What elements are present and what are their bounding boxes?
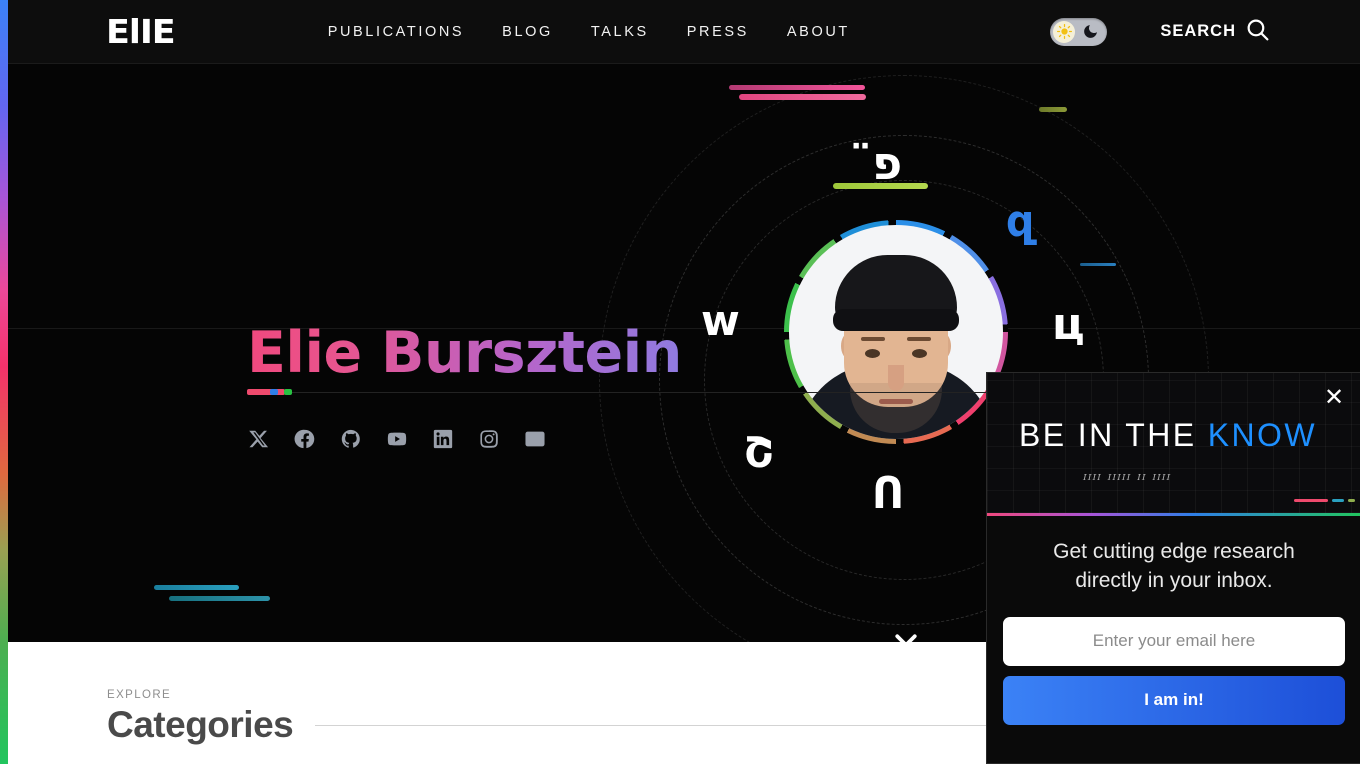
section-eyebrow: EXPLORE [107,689,172,701]
facebook-icon[interactable] [293,427,317,451]
newsletter-popup: ✕ BE IN THE KNOW ᴵᴵᴵᴵ ᴵᴵᴵᴵᴵ ᴵᴵ ᴵᴵᴵᴵ Get … [986,372,1360,764]
nav-item-press[interactable]: PRESS [687,24,749,40]
avatar-photo [789,225,1003,439]
chevron-down-icon[interactable] [890,624,922,642]
banner-title-highlight: KNOW [1207,417,1317,453]
nav-item-publications[interactable]: PUBLICATIONS [328,24,464,40]
search-button[interactable]: SEARCH [1160,17,1270,47]
nav-item-blog[interactable]: BLOG [502,24,553,40]
decorative-rune-glyph: զ [1006,196,1035,247]
email-icon[interactable] [523,427,547,451]
decorative-bar [1080,263,1116,266]
decorative-rune-glyph: ᴡ [701,296,740,345]
title-accent-blue [270,389,278,395]
main-navigation: PUBLICATIONS BLOG TALKS PRESS ABOUT [328,24,850,40]
subscribe-button[interactable]: I am in! [1003,675,1345,725]
categories-title: Categories [107,704,294,745]
decorative-bar [729,85,865,90]
youtube-icon[interactable] [385,427,409,451]
decorative-rune-glyph: ц [1052,299,1085,350]
left-gradient-rail [0,0,8,764]
decorative-bar [169,596,270,601]
header-actions: SEARCH [1050,17,1270,47]
banner-subtitle: ᴵᴵᴵᴵ ᴵᴵᴵᴵᴵ ᴵᴵ ᴵᴵᴵᴵ [1083,471,1172,489]
nav-item-talks[interactable]: TALKS [591,24,649,40]
avatar [784,220,1008,444]
newsletter-form: Get cutting edge research directly in yo… [987,516,1360,725]
banner-title: BE IN THE KNOW [1019,417,1317,454]
site-header: ElIE PUBLICATIONS BLOG TALKS PRESS ABOUT [8,0,1360,64]
github-icon[interactable] [339,427,363,451]
logo-text: ElIE [106,12,176,51]
social-links [247,427,547,451]
title-accent-green [284,389,292,395]
theme-toggle[interactable] [1050,17,1108,46]
decorative-rune-glyph: פ̈ [872,136,903,190]
decorative-bar [1039,107,1067,112]
newsletter-copy: Get cutting edge research directly in yo… [1053,540,1295,592]
decorative-bar [739,94,866,100]
page-root: ElIE PUBLICATIONS BLOG TALKS PRESS ABOUT [0,0,1360,764]
banner-accent-ticks [1294,499,1355,502]
decorative-rune-glyph: Շ [744,428,774,477]
search-label: SEARCH [1160,22,1236,40]
newsletter-banner: BE IN THE KNOW ᴵᴵᴵᴵ ᴵᴵᴵᴵᴵ ᴵᴵ ᴵᴵᴵᴵ [987,373,1360,513]
banner-title-main: BE IN THE [1019,417,1208,453]
search-icon [1245,17,1270,47]
moon-icon [1082,23,1100,41]
close-icon[interactable]: ✕ [1321,385,1347,411]
x-twitter-icon[interactable] [247,427,271,451]
site-logo[interactable]: ElIE [106,12,176,51]
linkedin-icon[interactable] [431,427,455,451]
page-title: Elie Bursztein [247,320,682,386]
decorative-rune-glyph: Ո [872,468,905,519]
title-accent-pink [247,389,285,395]
decorative-bar [154,585,239,590]
nav-item-about[interactable]: ABOUT [787,24,850,40]
sun-icon [1053,20,1076,43]
instagram-icon[interactable] [477,427,501,451]
email-field[interactable] [1003,616,1345,666]
